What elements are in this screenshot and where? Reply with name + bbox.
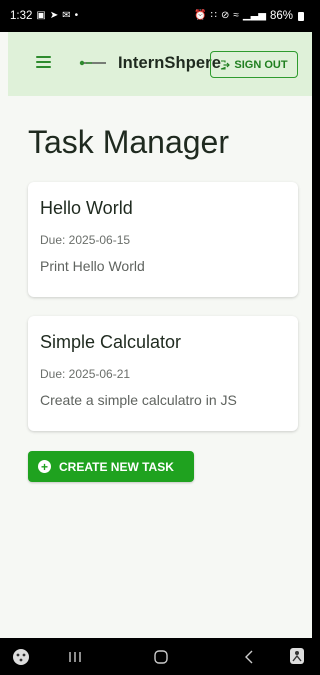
create-new-task-button[interactable]: + CREATE NEW TASK [28,451,194,482]
mute-icon: ⊘ [221,10,230,21]
status-right: ⏰ ∷ ⊘ ≈ ▁▃▅ 86% [194,10,304,22]
alarm-icon: ⏰ [194,10,207,21]
task-card[interactable]: Hello World Due: 2025-06-15 Print Hello … [28,182,298,297]
status-time: 1:32 [10,10,33,22]
phone-screen: 1:32 ▣ ➤ ✉ • ⏰ ∷ ⊘ ≈ ▁▃▅ 86% InternShper… [0,0,312,675]
app-header: InternShpere SIGN OUT [8,32,312,96]
bluetooth-icon: ∷ [210,10,217,21]
task-description: Print Hello World [40,258,145,274]
system-nav-bar [0,638,312,675]
task-title: Hello World [40,198,133,218]
notification-icon: ▣ [36,10,46,21]
task-description: Create a simple calculatro in JS [40,392,237,408]
home-icon[interactable] [153,649,169,665]
task-due-date: Due: 2025-06-15 [40,233,131,247]
status-left: 1:32 ▣ ➤ ✉ • [10,10,78,22]
create-new-task-label: CREATE NEW TASK [59,459,174,474]
recent-apps-icon[interactable] [68,650,82,664]
wifi-icon: ≈ [233,10,239,21]
back-icon[interactable] [242,649,256,665]
task-title: Simple Calculator [40,332,182,352]
mail-icon: ✉ [62,10,71,21]
logo-icon [79,60,106,66]
signal-icon: ▁▃▅ [242,10,266,21]
add-circle-icon: + [38,460,51,473]
app-drawer-icon[interactable] [12,648,30,666]
logout-icon [221,59,231,70]
app-title: InternShpere [118,54,221,72]
battery-icon [298,11,304,21]
page-title: Task Manager [28,124,229,160]
hamburger-menu-icon[interactable] [36,56,51,68]
status-bar: 1:32 ▣ ➤ ✉ • ⏰ ∷ ⊘ ≈ ▁▃▅ 86% [0,0,312,32]
task-due-date: Due: 2025-06-21 [40,367,131,381]
accessibility-icon[interactable] [288,646,306,666]
battery-level: 86% [269,10,293,22]
sign-out-button[interactable]: SIGN OUT [210,51,298,78]
dot-icon: • [74,10,79,21]
task-card[interactable]: Simple Calculator Due: 2025-06-21 Create… [28,316,298,431]
send-icon: ➤ [49,10,59,21]
sign-out-label: SIGN OUT [234,58,288,71]
